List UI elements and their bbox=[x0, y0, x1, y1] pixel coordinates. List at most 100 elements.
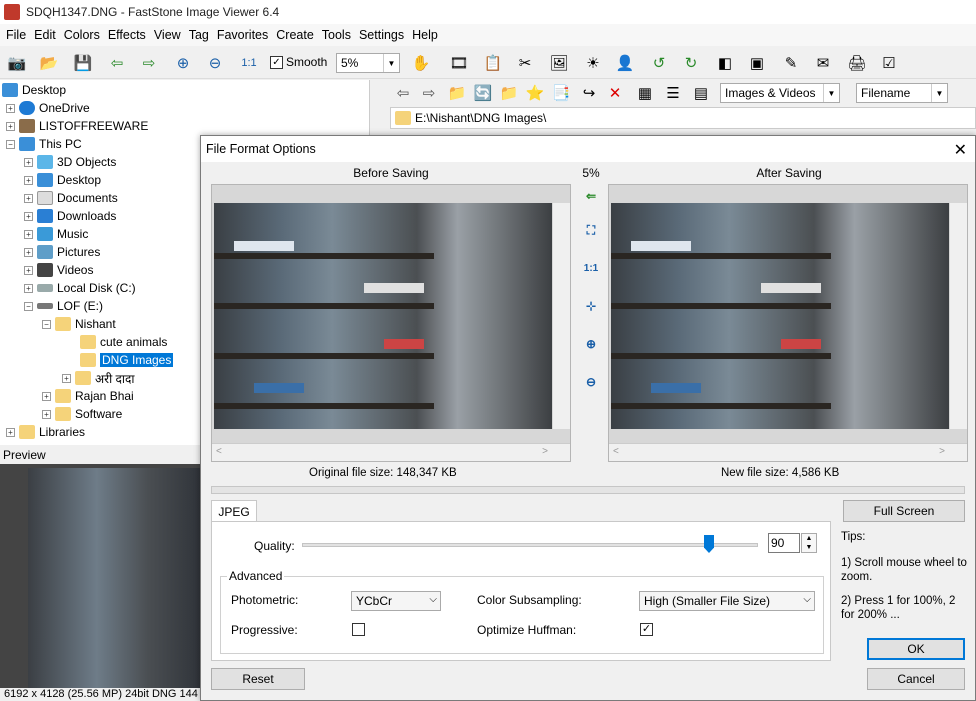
expand-icon[interactable]: + bbox=[24, 229, 33, 239]
horizontal-scrollbar[interactable]: < > bbox=[609, 443, 967, 461]
zoom-out-icon[interactable]: ⊖ bbox=[581, 372, 601, 392]
smooth-toggle[interactable]: ✓ Smooth bbox=[270, 55, 327, 69]
expand-icon[interactable]: + bbox=[6, 121, 15, 131]
zoom-in-icon[interactable]: ⊕ bbox=[172, 52, 194, 74]
slideshow-icon[interactable]: 🎞 bbox=[448, 52, 470, 74]
brightness-icon[interactable]: ☀ bbox=[582, 52, 604, 74]
full-screen-button[interactable]: Full Screen bbox=[843, 500, 965, 522]
draw-icon[interactable]: ✎ bbox=[780, 52, 802, 74]
fit-window-icon[interactable]: ⛶ bbox=[581, 220, 601, 240]
thumbnails-icon[interactable]: ▦ bbox=[634, 82, 656, 104]
expand-icon[interactable]: + bbox=[6, 103, 15, 113]
tab-jpeg[interactable]: JPEG bbox=[211, 500, 257, 522]
tree-item-hindi[interactable]: + अरी दादा bbox=[62, 369, 134, 387]
rotate-right-icon[interactable]: ↻ bbox=[680, 52, 702, 74]
menu-effects[interactable]: Effects bbox=[104, 28, 150, 42]
resize-icon[interactable]: ▣ bbox=[746, 52, 768, 74]
zoom-combo[interactable]: 5% ▼ bbox=[336, 53, 400, 73]
collapse-icon[interactable]: − bbox=[6, 139, 15, 149]
reset-button[interactable]: Reset bbox=[211, 668, 305, 690]
expand-icon[interactable]: + bbox=[24, 247, 33, 257]
tree-item-rajan-bhai[interactable]: + Rajan Bhai bbox=[42, 387, 134, 405]
photometric-select[interactable]: YCbCr ⌵ bbox=[351, 591, 441, 611]
tree-item-3d-objects[interactable]: +3D Objects bbox=[24, 153, 116, 171]
horizontal-scrollbar[interactable]: < > bbox=[212, 443, 570, 461]
copy-to-icon[interactable]: 📋 bbox=[482, 52, 504, 74]
before-image-panel[interactable]: < > bbox=[211, 184, 571, 462]
tree-item-nishant[interactable]: − Nishant bbox=[42, 315, 116, 333]
cancel-button[interactable]: Cancel bbox=[867, 668, 965, 690]
after-image-panel[interactable]: < > bbox=[608, 184, 968, 462]
copy-icon[interactable]: 📑 bbox=[550, 82, 572, 104]
tree-item-downloads[interactable]: + Downloads bbox=[24, 207, 116, 225]
expand-icon[interactable]: + bbox=[24, 283, 33, 293]
sync-left-icon[interactable]: ⇐ bbox=[581, 186, 601, 206]
camera-icon[interactable]: 📷 bbox=[6, 52, 28, 74]
vertical-scrollbar[interactable] bbox=[950, 203, 967, 429]
open-folder-icon[interactable]: 📂 bbox=[38, 52, 60, 74]
close-icon[interactable]: ✕ bbox=[954, 140, 967, 160]
crop-icon[interactable]: ✂ bbox=[514, 52, 536, 74]
tree-item-libraries[interactable]: + Libraries bbox=[6, 423, 85, 441]
menu-settings[interactable]: Settings bbox=[355, 28, 408, 42]
expand-icon[interactable]: + bbox=[24, 265, 33, 275]
hand-tool-icon[interactable]: ✋ bbox=[410, 52, 432, 74]
chevron-down-icon[interactable]: ▼ bbox=[931, 84, 947, 102]
quality-slider-thumb[interactable] bbox=[704, 535, 714, 553]
tree-item-documents[interactable]: + Documents bbox=[24, 189, 118, 207]
tree-item-pictures[interactable]: + Pictures bbox=[24, 243, 100, 261]
list-view-icon[interactable]: ☰ bbox=[662, 82, 684, 104]
tree-item-listoffreeware[interactable]: + LISTOFFREEWARE bbox=[6, 117, 148, 135]
quality-stepper[interactable]: ▲ ▼ bbox=[801, 533, 817, 553]
smooth-checkbox[interactable]: ✓ bbox=[270, 55, 283, 69]
tree-item-videos[interactable]: + Videos bbox=[24, 261, 93, 279]
quality-slider[interactable] bbox=[302, 543, 758, 547]
sort-combo[interactable]: Filename ▼ bbox=[856, 83, 948, 103]
move-icon[interactable]: ↪ bbox=[578, 82, 600, 104]
tree-item-onedrive[interactable]: + OneDrive bbox=[6, 99, 90, 117]
favorite-folder-icon[interactable]: ⭐ bbox=[524, 82, 546, 104]
menu-favorites[interactable]: Favorites bbox=[213, 28, 272, 42]
wallpaper-icon[interactable]: 👤 bbox=[614, 52, 636, 74]
tree-item-local-disk[interactable]: + Local Disk (C:) bbox=[24, 279, 136, 297]
tree-item-cute-animals[interactable]: cute animals bbox=[80, 333, 167, 351]
details-view-icon[interactable]: ▤ bbox=[690, 82, 712, 104]
menu-edit[interactable]: Edit bbox=[30, 28, 60, 42]
menu-tools[interactable]: Tools bbox=[318, 28, 355, 42]
refresh-icon[interactable]: 🔄 bbox=[472, 82, 494, 104]
menu-create[interactable]: Create bbox=[272, 28, 318, 42]
center-icon[interactable]: ⊹ bbox=[581, 296, 601, 316]
print-icon[interactable]: 🖨 bbox=[846, 52, 868, 74]
actual-size-button[interactable]: 1:1 bbox=[581, 258, 601, 278]
tree-item-this-pc[interactable]: − This PC bbox=[6, 135, 82, 153]
collapse-icon[interactable]: − bbox=[42, 319, 51, 329]
delete-icon[interactable]: ✕ bbox=[604, 82, 626, 104]
tree-item-music[interactable]: + Music bbox=[24, 225, 88, 243]
color-subsampling-select[interactable]: High (Smaller File Size) ⌵ bbox=[639, 591, 815, 611]
optimize-huffman-checkbox[interactable]: ✓ bbox=[640, 623, 653, 636]
chevron-down-icon[interactable]: ▼ bbox=[823, 84, 839, 102]
path-bar[interactable]: E:\Nishant\DNG Images\ bbox=[390, 107, 976, 129]
chevron-down-icon[interactable]: ▼ bbox=[383, 54, 399, 72]
compare-icon[interactable]: ◧ bbox=[714, 52, 736, 74]
menu-view[interactable]: View bbox=[150, 28, 185, 42]
cb-icon[interactable]: 🖼 bbox=[548, 52, 570, 74]
menu-tag[interactable]: Tag bbox=[185, 28, 213, 42]
next-icon[interactable]: ⇨ bbox=[138, 52, 160, 74]
save-icon[interactable]: 💾 bbox=[72, 52, 94, 74]
quality-input[interactable]: 90 bbox=[768, 533, 800, 553]
expand-icon[interactable]: + bbox=[6, 427, 15, 437]
expand-icon[interactable]: + bbox=[24, 157, 33, 167]
folder-up-icon[interactable]: 📁 bbox=[446, 82, 468, 104]
checklist-icon[interactable]: ☑ bbox=[878, 52, 900, 74]
email-icon[interactable]: ✉ bbox=[812, 52, 834, 74]
tree-item-software[interactable]: + Software bbox=[42, 405, 122, 423]
expand-icon[interactable]: + bbox=[62, 373, 71, 383]
zoom-out-icon[interactable]: ⊖ bbox=[204, 52, 226, 74]
tree-item-lof[interactable]: − LOF (E:) bbox=[24, 297, 103, 315]
menu-help[interactable]: Help bbox=[408, 28, 442, 42]
menu-colors[interactable]: Colors bbox=[60, 28, 104, 42]
menu-file[interactable]: File bbox=[2, 28, 30, 42]
collapse-icon[interactable]: − bbox=[24, 301, 33, 311]
tree-item-desktop[interactable]: Desktop bbox=[2, 81, 66, 99]
